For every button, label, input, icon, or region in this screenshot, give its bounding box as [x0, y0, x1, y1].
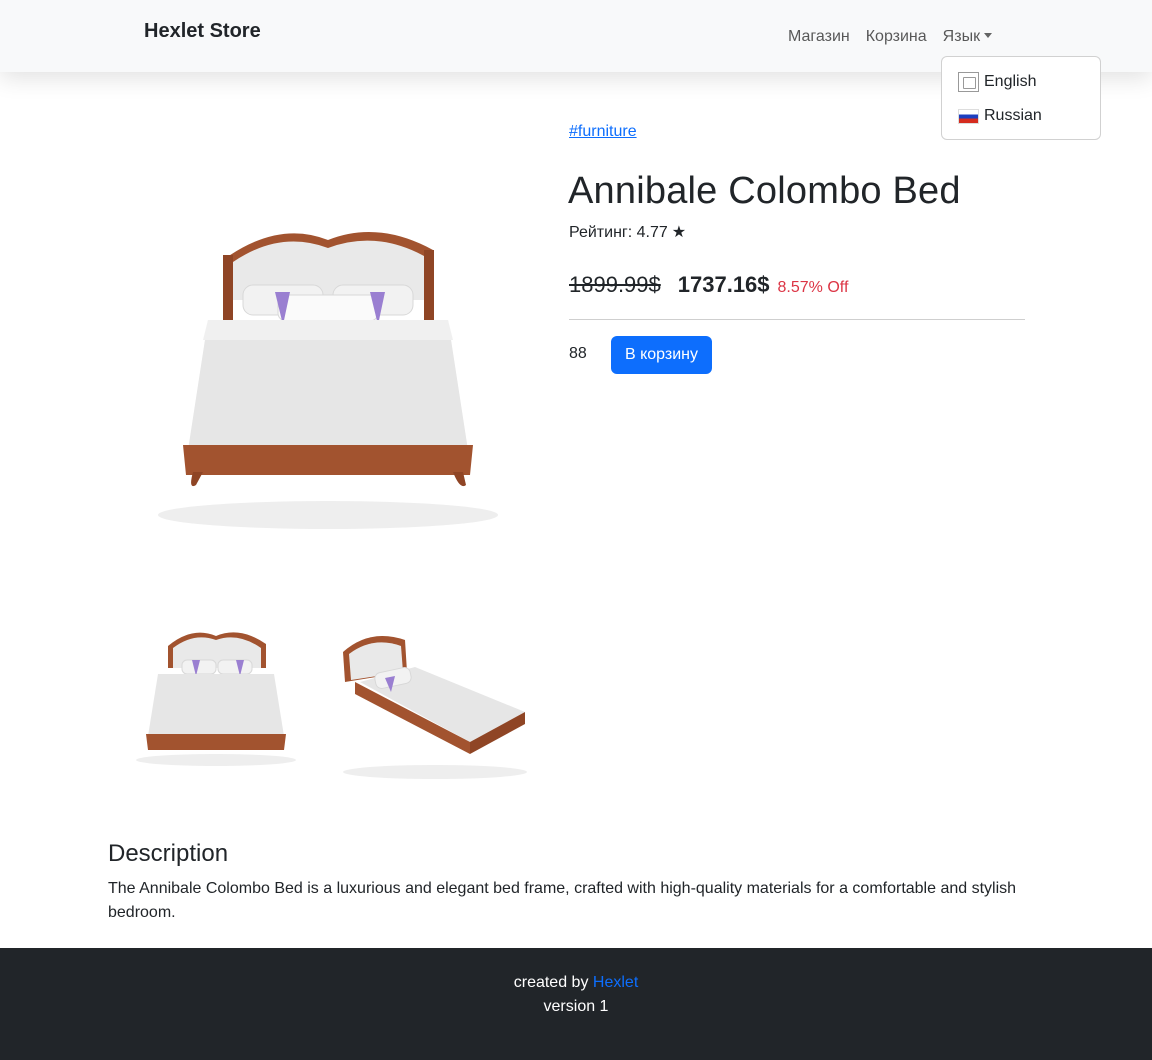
russian-flag-icon	[958, 108, 979, 124]
language-option-english[interactable]: English	[942, 65, 1100, 99]
language-option-russian[interactable]: Russian	[942, 99, 1100, 133]
stock-count: 88	[569, 345, 587, 362]
footer-author-link[interactable]: Hexlet	[593, 974, 638, 991]
price-block: 1899.99$ 1737.16$ 8.57% Off	[569, 272, 848, 298]
footer: created by Hexlet version 1	[0, 948, 1152, 1060]
star-icon: ★	[671, 224, 687, 241]
nav-links: Магазин Корзина Язык	[780, 26, 1000, 48]
language-dropdown-toggle[interactable]: Язык	[935, 26, 1000, 48]
language-option-label: English	[984, 73, 1037, 90]
discount-badge: 8.57% Off	[777, 279, 849, 296]
language-dropdown-menu: English Russian	[941, 56, 1101, 140]
footer-credit: created by Hexlet	[0, 974, 1152, 992]
description-heading: Description	[108, 840, 229, 867]
nav-link-shop[interactable]: Магазин	[780, 26, 858, 48]
add-to-cart-button[interactable]: В корзину	[611, 336, 712, 374]
product-main-image	[158, 232, 498, 529]
nav-link-cart[interactable]: Корзина	[858, 26, 935, 48]
footer-version: version 1	[543, 998, 609, 1015]
old-price: 1899.99$	[569, 272, 661, 297]
language-option-label: Russian	[984, 107, 1042, 124]
product-title: Annibale Colombo Bed	[568, 170, 961, 212]
broken-image-flag-icon	[958, 72, 979, 92]
brand-logo[interactable]: Hexlet Store	[144, 20, 261, 43]
footer-created-by: created by	[513, 974, 589, 991]
description-text: The Annibale Colombo Bed is a luxurious …	[108, 880, 1017, 921]
divider	[569, 319, 1025, 320]
category-tag-link[interactable]: #furniture	[569, 123, 637, 141]
product-thumbnail-front[interactable]	[130, 618, 302, 768]
new-price: 1737.16$	[677, 272, 770, 297]
product-rating: Рейтинг: 4.77 ★	[569, 222, 686, 242]
product-thumbnail-angle[interactable]	[335, 622, 535, 782]
rating-label: Рейтинг: 4.77	[569, 224, 668, 241]
